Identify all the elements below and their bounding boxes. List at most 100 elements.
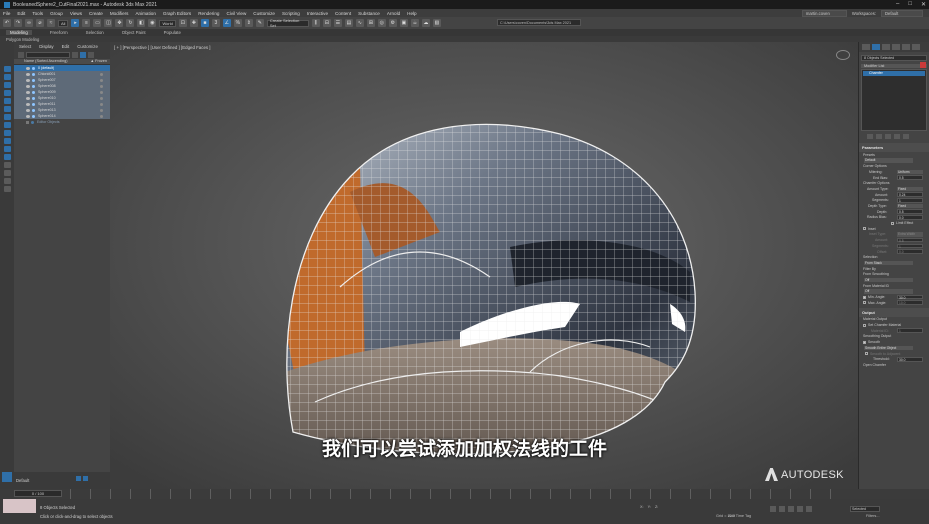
- menu-content[interactable]: Content: [335, 11, 351, 16]
- move-icon[interactable]: ✥: [115, 19, 124, 27]
- menu-customize[interactable]: Customize: [253, 11, 275, 16]
- visibility-eye-icon[interactable]: [26, 90, 30, 94]
- menu-civil-view[interactable]: Civil View: [226, 11, 246, 16]
- inset-amount-spinner[interactable]: 0.5: [897, 237, 923, 243]
- ribbon-tab-modeling[interactable]: Modeling: [6, 30, 32, 35]
- go-to-end-icon[interactable]: [806, 506, 812, 512]
- display-space-warps-icon[interactable]: [3, 114, 11, 120]
- display-hidden-icon[interactable]: [3, 162, 11, 168]
- menu-interactive[interactable]: Interactive: [307, 11, 328, 16]
- menu-graph-editors[interactable]: Graph Editors: [163, 11, 191, 16]
- scene-explorer-icon[interactable]: ▤: [344, 19, 353, 27]
- select-object-icon[interactable]: ▸: [71, 19, 80, 27]
- mitering-dropdown[interactable]: Uniform: [897, 169, 923, 175]
- modifier-list-dropdown[interactable]: Modifier List: [861, 64, 927, 68]
- render-production-icon[interactable]: ☕: [410, 19, 419, 27]
- named-selection-dropdown[interactable]: Create Selection Set: [266, 18, 309, 28]
- filter-icon[interactable]: [80, 51, 86, 58]
- percent-snap-icon[interactable]: %: [233, 19, 242, 27]
- modifier-stack[interactable]: Chamfer: [861, 69, 927, 131]
- material-editor-icon[interactable]: ◎: [377, 19, 386, 27]
- add-time-tag[interactable]: Add Time Tag: [728, 514, 751, 518]
- min-angle-checkbox[interactable]: [863, 295, 866, 299]
- configure-sets-icon[interactable]: [903, 134, 909, 139]
- go-to-start-icon[interactable]: [770, 506, 776, 512]
- layer-settings-icon[interactable]: [83, 476, 88, 481]
- redo-icon[interactable]: ↷: [14, 19, 22, 27]
- segments-spinner[interactable]: 1: [897, 198, 923, 203]
- display-frozen-icon[interactable]: [3, 154, 11, 160]
- menu-group[interactable]: Group: [50, 11, 63, 16]
- inset-type-dropdown[interactable]: Extra Width: [897, 232, 923, 237]
- menu-tools[interactable]: Tools: [32, 11, 43, 16]
- render-in-cloud-icon[interactable]: ☁: [421, 19, 430, 27]
- rectangular-selection-icon[interactable]: ▭: [93, 19, 102, 27]
- render-setup-icon[interactable]: ⚙: [388, 19, 397, 27]
- viewcube-icon[interactable]: [836, 50, 850, 60]
- max-angle-checkbox[interactable]: [863, 301, 866, 305]
- display-xrefs-icon[interactable]: [3, 130, 11, 136]
- visibility-eye-icon[interactable]: [26, 72, 30, 76]
- filter-icon[interactable]: [3, 170, 11, 176]
- project-folder-field[interactable]: C:\Users\coven\Documents\3ds Max 2021: [497, 19, 581, 26]
- rendered-frame-window-icon[interactable]: ▣: [399, 19, 408, 27]
- remove-modifier-icon[interactable]: [894, 134, 900, 139]
- presets-dropdown[interactable]: Default: [864, 158, 913, 163]
- key-filters-button[interactable]: Filters...: [866, 514, 880, 518]
- schematic-view-icon[interactable]: ⊞: [366, 19, 375, 27]
- utilities-tab-icon[interactable]: [912, 44, 920, 50]
- freeze-icon[interactable]: [100, 90, 103, 94]
- parameters-rollout[interactable]: Parameters: [859, 143, 929, 152]
- display-bones-icon[interactable]: [3, 138, 11, 144]
- se-menu-edit[interactable]: Edit: [62, 44, 70, 49]
- freeze-icon[interactable]: [100, 72, 103, 76]
- min-angle-spinner[interactable]: 30.0: [897, 294, 923, 300]
- layer-manager-icon[interactable]: [2, 472, 12, 482]
- visibility-eye-icon[interactable]: [26, 84, 30, 88]
- visibility-eye-icon[interactable]: [26, 102, 30, 106]
- end-bias-spinner[interactable]: 0.5: [897, 175, 923, 180]
- pin-stack-icon[interactable]: [867, 134, 873, 139]
- reference-coordinate-dropdown[interactable]: World: [159, 19, 176, 27]
- freeze-icon[interactable]: [100, 102, 103, 106]
- amount-type-dropdown[interactable]: Fixed: [897, 186, 923, 192]
- next-frame-icon[interactable]: [797, 506, 803, 512]
- perspective-viewport[interactable]: [ + ] [Perspective ] [User Defined ] [Ed…: [110, 42, 858, 489]
- sort-icon[interactable]: [3, 178, 11, 184]
- freeze-icon[interactable]: [100, 78, 103, 82]
- window-crossing-icon[interactable]: ◫: [104, 19, 113, 27]
- placement-icon[interactable]: ◉: [148, 19, 157, 27]
- viewport-label-menu[interactable]: [ + ] [Perspective ] [User Defined ] [Ed…: [114, 45, 211, 50]
- depth-spinner[interactable]: 0.5: [897, 209, 923, 214]
- output-rollout[interactable]: Output: [859, 307, 929, 317]
- menu-create[interactable]: Create: [89, 11, 103, 16]
- select-manipulate-icon[interactable]: ✚: [189, 19, 198, 27]
- unlink-icon[interactable]: ⌀: [36, 19, 44, 27]
- minimize-button[interactable]: –: [896, 1, 899, 8]
- smoothing-dropdown[interactable]: Off: [864, 277, 913, 283]
- spinner-snap-icon[interactable]: ⇕: [244, 19, 253, 27]
- selection-dropdown[interactable]: From Stack: [864, 260, 913, 266]
- menu-file[interactable]: File: [3, 11, 10, 16]
- display-lights-icon[interactable]: [3, 90, 11, 96]
- modifier-chamfer[interactable]: Chamfer: [863, 71, 925, 76]
- layer-explorer-icon[interactable]: ☰: [333, 19, 342, 27]
- ribbon-tab-populate[interactable]: Populate: [164, 30, 181, 35]
- user-account-dropdown[interactable]: martin.coven: [801, 10, 847, 17]
- lock-icon[interactable]: [88, 51, 94, 58]
- workspace-dropdown[interactable]: Default: [881, 10, 923, 17]
- se-menu-customize[interactable]: Customize: [77, 44, 98, 49]
- smooth-checkbox[interactable]: [863, 340, 866, 344]
- hierarchy-tab-icon[interactable]: [882, 44, 890, 50]
- close-button[interactable]: ✕: [921, 1, 926, 8]
- menu-scripting[interactable]: Scripting: [282, 11, 300, 16]
- freeze-icon[interactable]: [100, 96, 103, 100]
- display-tab-icon[interactable]: [902, 44, 910, 50]
- expand-arrow-icon[interactable]: [26, 120, 29, 124]
- layer-add-icon[interactable]: [76, 476, 81, 481]
- list-item[interactable]: Editor Objects: [14, 119, 110, 125]
- find-field-icon[interactable]: [26, 51, 70, 58]
- inset-checkbox[interactable]: [863, 227, 866, 231]
- pivot-center-icon[interactable]: ⊡: [178, 19, 187, 27]
- ribbon-tab-freeform[interactable]: Freeform: [50, 30, 68, 35]
